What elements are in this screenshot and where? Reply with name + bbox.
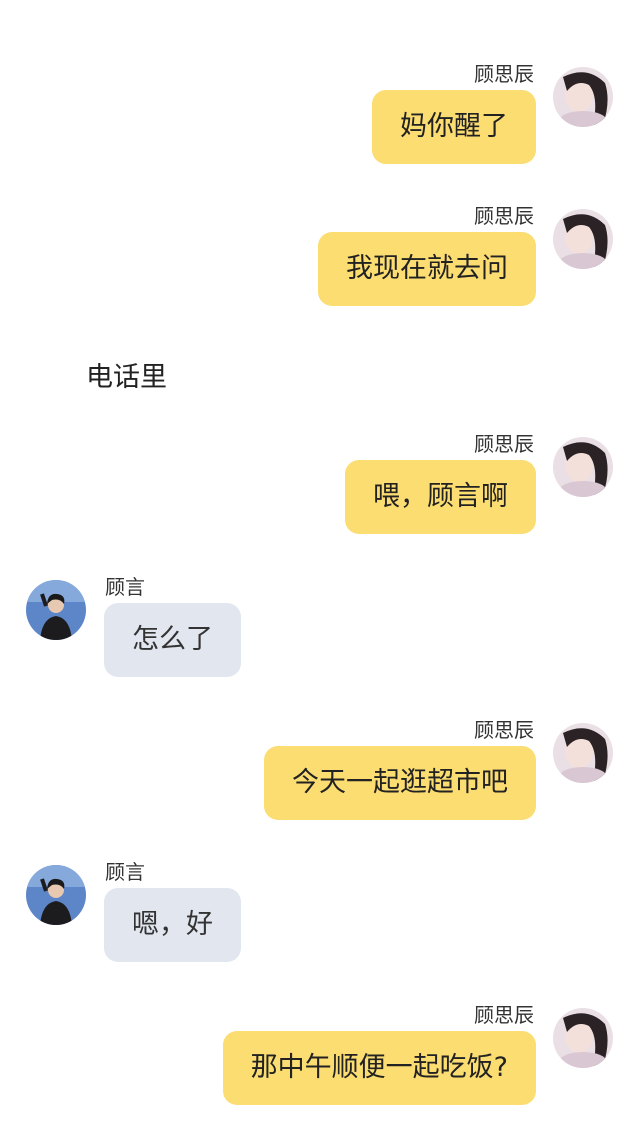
message-bubble[interactable]: 那中午顺便一起吃饭? xyxy=(222,1031,536,1105)
avatar-mom[interactable] xyxy=(553,1008,613,1068)
chat-transcript: 顾思辰 妈你醒了 顾思辰 我现在就去问 电话里 顾思辰 喂，顾言啊 顾言 怎么了… xyxy=(0,0,640,1139)
avatar-mom[interactable] xyxy=(553,437,613,497)
message-bubble[interactable]: 我现在就去问 xyxy=(318,232,536,306)
message-bubble[interactable]: 怎么了 xyxy=(104,603,241,677)
avatar-mom[interactable] xyxy=(553,67,613,127)
message-bubble[interactable]: 嗯，好 xyxy=(104,888,241,962)
narration-text: 电话里 xyxy=(86,362,167,393)
message-bubble[interactable]: 今天一起逛超市吧 xyxy=(264,746,536,820)
sender-name: 顾思辰 xyxy=(474,62,534,86)
avatar-mom[interactable] xyxy=(553,209,613,269)
message-bubble[interactable]: 妈你醒了 xyxy=(372,90,536,164)
avatar-son[interactable] xyxy=(26,580,86,640)
sender-name: 顾思辰 xyxy=(474,432,534,456)
sender-name: 顾思辰 xyxy=(474,204,534,228)
sender-name: 顾言 xyxy=(105,575,145,599)
avatar-son[interactable] xyxy=(26,865,86,925)
message-bubble[interactable]: 喂，顾言啊 xyxy=(345,460,536,534)
sender-name: 顾思辰 xyxy=(474,718,534,742)
sender-name: 顾思辰 xyxy=(474,1003,534,1027)
avatar-mom[interactable] xyxy=(553,723,613,783)
sender-name: 顾言 xyxy=(105,860,145,884)
